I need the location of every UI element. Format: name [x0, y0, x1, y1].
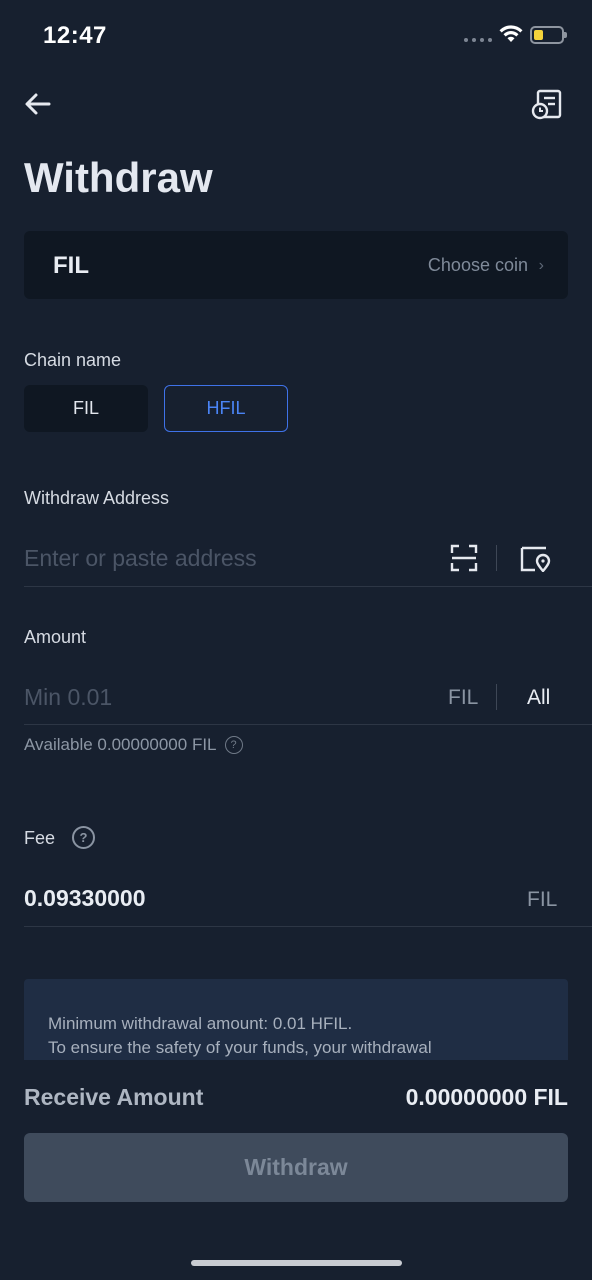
withdraw-address-label: Withdraw Address	[24, 488, 170, 508]
address-book-icon[interactable]	[520, 544, 552, 572]
withdraw-button[interactable]: Withdraw	[24, 1133, 568, 1202]
fee-help-icon[interactable]: ?	[72, 826, 95, 849]
selected-coin: FIL	[53, 252, 89, 279]
notice-line-1: Minimum withdrawal amount: 0.01 HFIL.	[48, 1014, 353, 1033]
amount-input[interactable]: Min 0.01	[24, 684, 112, 711]
available-text: Available 0.00000000 FIL	[24, 735, 217, 754]
status-time: 12:47	[43, 22, 107, 49]
withdraw-notice: Minimum withdrawal amount: 0.01 HFIL. To…	[24, 979, 568, 1060]
wifi-icon	[499, 25, 523, 42]
choose-coin-label: Choose coin	[427, 255, 528, 275]
chevron-right-icon: ›	[538, 257, 544, 274]
divider	[496, 684, 497, 710]
scan-qr-icon[interactable]	[450, 544, 478, 572]
home-indicator	[191, 1260, 402, 1266]
fee-unit: FIL	[527, 888, 558, 911]
amount-underline	[24, 724, 592, 725]
chain-option-fil[interactable]: FIL	[24, 385, 148, 432]
chain-name-label: Chain name	[24, 350, 122, 370]
all-button[interactable]: All	[527, 686, 550, 710]
fee-underline	[24, 926, 592, 927]
available-balance: Available 0.00000000 FIL ?	[24, 735, 243, 755]
withdraw-history-icon[interactable]	[530, 88, 564, 122]
amount-unit: FIL	[448, 686, 479, 709]
address-underline	[24, 586, 592, 587]
help-icon[interactable]: ?	[224, 736, 243, 754]
fee-label: Fee	[24, 828, 56, 848]
receive-amount-value: 0.00000000 FIL	[405, 1084, 568, 1110]
coin-selector[interactable]: FIL Choose coin ›	[24, 231, 568, 299]
amount-label: Amount	[24, 627, 87, 647]
back-arrow-icon[interactable]	[22, 88, 54, 120]
divider	[496, 545, 497, 571]
page-title: Withdraw	[24, 154, 213, 201]
address-input[interactable]: Enter or paste address	[24, 545, 257, 572]
receive-amount-label: Receive Amount	[24, 1084, 204, 1110]
fee-value: 0.09330000	[24, 885, 146, 911]
notice-line-2: To ensure the safety of your funds, your…	[48, 1038, 432, 1057]
cellular-signal-icon	[464, 38, 492, 42]
battery-icon	[530, 26, 567, 44]
chain-option-hfil[interactable]: HFIL	[164, 385, 288, 432]
